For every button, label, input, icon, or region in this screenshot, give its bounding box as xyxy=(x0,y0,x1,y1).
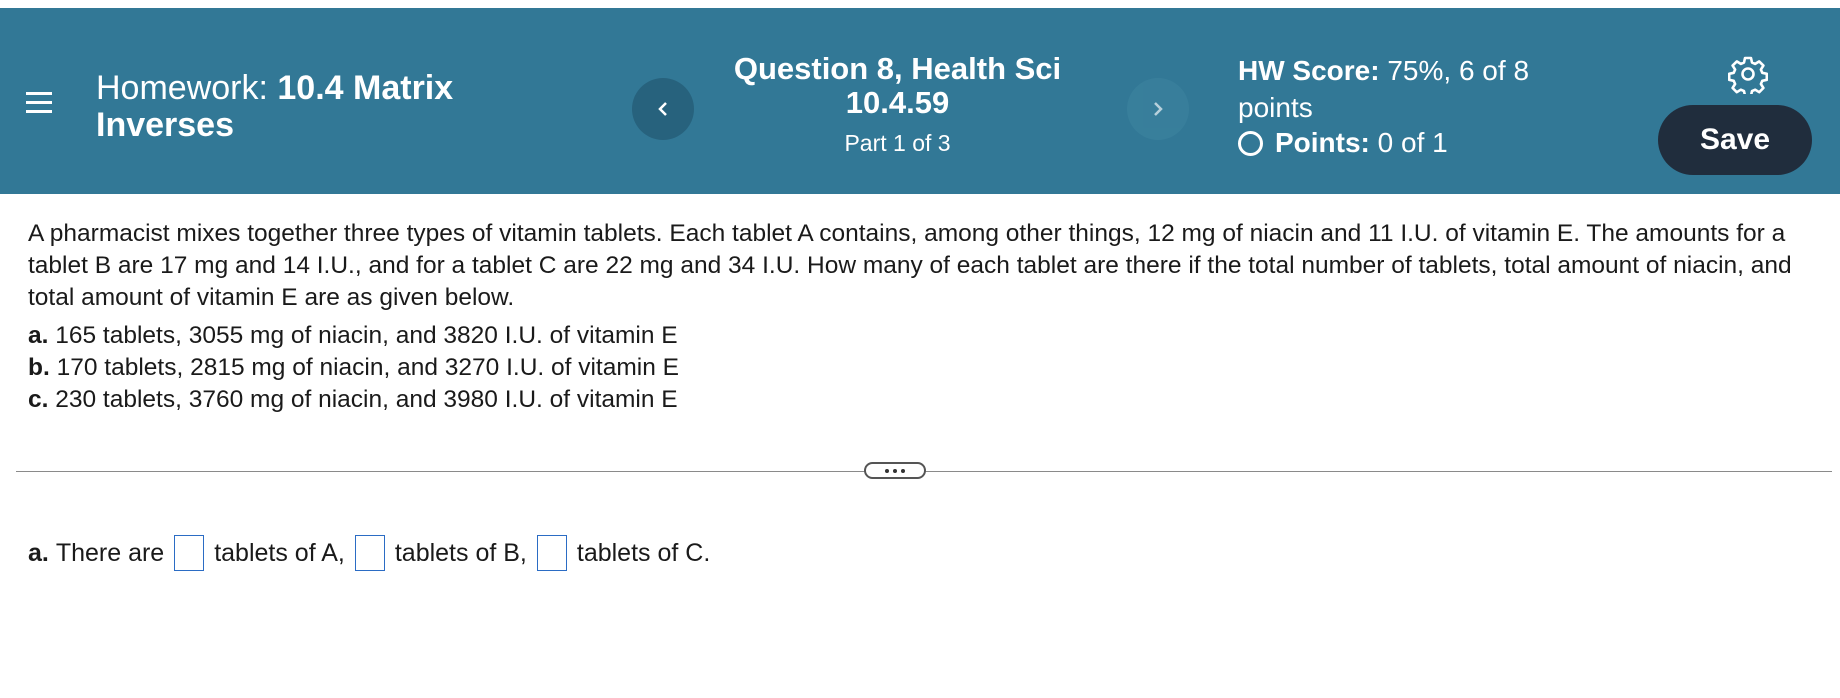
question-title: Question 8, Health Sci 10.4.59 xyxy=(720,52,1075,120)
homework-title: Homework: 10.4 Matrix Inverses xyxy=(96,70,516,144)
header-bar: Homework: 10.4 Matrix Inverses Question … xyxy=(0,8,1840,194)
item-text: 165 tablets, 3055 mg of niacin, and 3820… xyxy=(48,322,678,349)
question-title-line2: 10.4.59 xyxy=(845,85,950,120)
points-label: Points: xyxy=(1275,127,1370,158)
answer-input-b[interactable] xyxy=(354,535,385,571)
chevron-left-icon xyxy=(658,102,667,116)
list-item: a. 165 tablets, 3055 mg of niacin, and 3… xyxy=(28,320,679,352)
chevron-right-icon xyxy=(1154,102,1163,116)
question-text: A pharmacist mixes together three types … xyxy=(28,220,1792,311)
top-strip xyxy=(0,0,1840,8)
circle-icon xyxy=(1238,130,1263,156)
hw-score-label: HW Score: xyxy=(1238,55,1380,86)
homework-name-line1: 10.4 Matrix xyxy=(277,69,454,107)
menu-icon[interactable] xyxy=(24,88,54,118)
homework-name-line2: Inverses xyxy=(96,106,234,144)
item-label: c. xyxy=(28,386,49,413)
list-item: c. 230 tablets, 3760 mg of niacin, and 3… xyxy=(28,384,679,416)
points-value: 0 of 1 xyxy=(1377,127,1448,158)
answer-text-b: tablets of B, xyxy=(394,538,527,567)
question-items: a. 165 tablets, 3055 mg of niacin, and 3… xyxy=(28,320,679,416)
answer-text-c: tablets of C. xyxy=(576,538,711,567)
item-label: b. xyxy=(28,354,50,381)
points-row: Points: 0 of 1 xyxy=(1238,127,1448,159)
question-info: Question 8, Health Sci 10.4.59 Part 1 of… xyxy=(720,52,1075,157)
save-button[interactable]: Save xyxy=(1658,105,1812,175)
list-item: b. 170 tablets, 2815 mg of niacin, and 3… xyxy=(28,352,679,384)
answer-label: a. xyxy=(28,538,49,567)
answer-row: a. There are tablets of A, tablets of B,… xyxy=(28,533,710,573)
hw-score-value: 75%, 6 of 8 xyxy=(1387,55,1530,86)
answer-input-a[interactable] xyxy=(174,535,205,571)
part-label: Part 1 of 3 xyxy=(844,130,951,156)
hw-score: HW Score: 75%, 6 of 8 points xyxy=(1238,52,1578,126)
dot-icon xyxy=(885,468,889,473)
hw-score-unit: points xyxy=(1238,92,1313,123)
dot-icon xyxy=(893,468,897,473)
question-title-line1: Question 8, Health Sci xyxy=(733,51,1062,86)
dot-icon xyxy=(901,468,905,473)
item-text: 170 tablets, 2815 mg of niacin, and 3270… xyxy=(49,354,679,381)
answer-text-a: tablets of A, xyxy=(214,538,345,567)
next-question-button[interactable] xyxy=(1127,78,1189,140)
item-text: 230 tablets, 3760 mg of niacin, and 3980… xyxy=(48,386,678,413)
homework-label: Homework: xyxy=(96,69,268,107)
expand-more-button[interactable] xyxy=(864,462,926,479)
previous-question-button[interactable] xyxy=(632,78,694,140)
answer-input-c[interactable] xyxy=(536,535,567,571)
answer-prefix: There are xyxy=(55,538,165,567)
gear-icon[interactable] xyxy=(1728,54,1768,94)
item-label: a. xyxy=(28,322,49,349)
